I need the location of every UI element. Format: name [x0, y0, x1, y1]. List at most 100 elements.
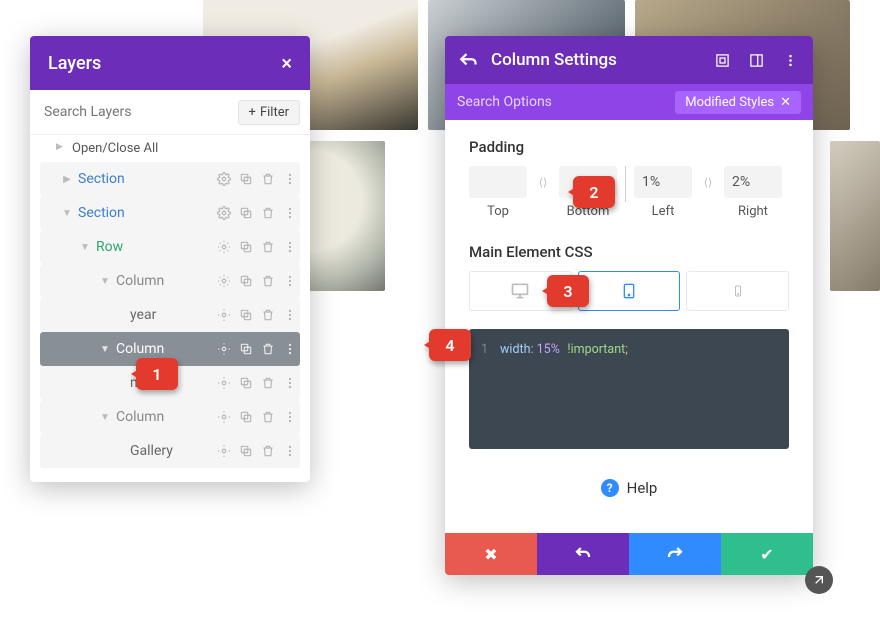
- css-editor[interactable]: 1width: 15% !important;: [469, 329, 789, 449]
- cancel-button[interactable]: ✖: [445, 533, 537, 575]
- trash-icon[interactable]: [258, 373, 278, 393]
- layers-search-row: + Filter: [30, 90, 310, 135]
- trash-icon[interactable]: [258, 305, 278, 325]
- caret-icon[interactable]: ▼: [78, 242, 92, 253]
- dock-icon[interactable]: [745, 49, 767, 71]
- trash-icon[interactable]: [258, 407, 278, 427]
- padding-top-label: Top: [469, 204, 527, 219]
- column-settings-panel: Column Settings Modified Styles ✕ Paddin…: [445, 36, 813, 575]
- duplicate-icon[interactable]: [236, 203, 256, 223]
- node-actions: [214, 305, 300, 325]
- tree-node-section[interactable]: ▼ Section: [40, 196, 300, 230]
- more-icon[interactable]: [280, 271, 300, 291]
- duplicate-icon[interactable]: [236, 373, 256, 393]
- layers-panel: Layers × + Filter Open/Close All ▶ Secti…: [30, 36, 310, 482]
- node-actions: [214, 441, 300, 461]
- css-line-number: 1: [481, 342, 488, 357]
- duplicate-icon[interactable]: [236, 271, 256, 291]
- undo-button[interactable]: [537, 533, 629, 575]
- duplicate-icon[interactable]: [236, 237, 256, 257]
- caret-icon[interactable]: ▼: [98, 276, 112, 287]
- filter-button[interactable]: + Filter: [238, 100, 300, 125]
- caret-icon[interactable]: ▶: [60, 174, 74, 185]
- duplicate-icon[interactable]: [236, 169, 256, 189]
- gear-icon[interactable]: [214, 169, 234, 189]
- link-icon[interactable]: ⟨⟩: [698, 166, 718, 198]
- more-icon[interactable]: [280, 203, 300, 223]
- more-icon[interactable]: [280, 441, 300, 461]
- more-icon[interactable]: [779, 49, 801, 71]
- tree-node-column[interactable]: ▼ Column: [40, 400, 300, 434]
- node-label: Section: [78, 205, 214, 221]
- gear-icon[interactable]: [214, 237, 234, 257]
- caret-icon[interactable]: ▼: [98, 344, 112, 355]
- padding-right-input[interactable]: [724, 166, 782, 198]
- duplicate-icon[interactable]: [236, 305, 256, 325]
- more-icon[interactable]: [280, 305, 300, 325]
- link-icon[interactable]: ⟨⟩: [533, 166, 553, 198]
- more-icon[interactable]: [280, 407, 300, 427]
- gear-icon[interactable]: [214, 373, 234, 393]
- settings-search-input[interactable]: [457, 94, 675, 110]
- css-prop: width: [500, 342, 530, 357]
- redo-button[interactable]: [629, 533, 721, 575]
- padding-left-input[interactable]: [634, 166, 692, 198]
- tree-node-module[interactable]: year: [40, 298, 300, 332]
- gear-icon[interactable]: [214, 305, 234, 325]
- modified-styles-badge[interactable]: Modified Styles ✕: [675, 91, 801, 114]
- undo-icon: [574, 545, 592, 563]
- layers-search-input[interactable]: [40, 98, 238, 126]
- layers-tree: ▶ Section ▼ Section ▼ Row: [30, 162, 310, 482]
- padding-top-input[interactable]: [469, 166, 527, 198]
- more-icon[interactable]: [280, 373, 300, 393]
- settings-subheader: Modified Styles ✕: [445, 84, 813, 120]
- device-tab-tablet[interactable]: [578, 271, 681, 311]
- gear-icon[interactable]: [214, 339, 234, 359]
- settings-title: Column Settings: [491, 50, 617, 70]
- save-button[interactable]: ✔: [721, 533, 813, 575]
- css-important: !important: [567, 342, 625, 357]
- help-row[interactable]: ? Help: [469, 449, 789, 523]
- back-icon[interactable]: [457, 49, 479, 71]
- duplicate-icon[interactable]: [236, 339, 256, 359]
- node-label: Column: [116, 409, 214, 425]
- gear-icon[interactable]: [214, 203, 234, 223]
- tree-node-column[interactable]: ▼ Column: [40, 264, 300, 298]
- device-tab-phone[interactable]: [686, 271, 789, 311]
- open-close-all[interactable]: Open/Close All: [30, 135, 310, 162]
- caret-icon[interactable]: ▼: [98, 412, 112, 423]
- trash-icon[interactable]: [258, 271, 278, 291]
- trash-icon[interactable]: [258, 339, 278, 359]
- device-tabs: [469, 271, 789, 311]
- gear-icon[interactable]: [214, 407, 234, 427]
- tree-node-module[interactable]: Gallery: [40, 434, 300, 468]
- gear-icon[interactable]: [214, 441, 234, 461]
- more-icon[interactable]: [280, 339, 300, 359]
- trash-icon[interactable]: [258, 237, 278, 257]
- trash-icon[interactable]: [258, 203, 278, 223]
- duplicate-icon[interactable]: [236, 407, 256, 427]
- help-icon: ?: [601, 479, 619, 497]
- tree-node-row[interactable]: ▼ Row: [40, 230, 300, 264]
- close-icon[interactable]: ×: [281, 51, 292, 75]
- caret-icon[interactable]: ▼: [60, 208, 74, 219]
- resize-handle[interactable]: [805, 566, 833, 594]
- node-actions: [214, 373, 300, 393]
- gear-icon[interactable]: [214, 271, 234, 291]
- layers-title: Layers: [48, 53, 101, 74]
- phone-icon: [732, 281, 744, 301]
- node-label: Row: [96, 239, 214, 255]
- duplicate-icon[interactable]: [236, 441, 256, 461]
- callout-3: 3: [547, 275, 589, 307]
- trash-icon[interactable]: [258, 441, 278, 461]
- tree-node-section[interactable]: ▶ Section: [40, 162, 300, 196]
- trash-icon[interactable]: [258, 169, 278, 189]
- more-icon[interactable]: [280, 237, 300, 257]
- more-icon[interactable]: [280, 169, 300, 189]
- modified-styles-label: Modified Styles: [685, 95, 774, 110]
- gallery-image: [830, 141, 880, 291]
- close-icon[interactable]: ✕: [780, 95, 791, 110]
- expand-icon[interactable]: [711, 49, 733, 71]
- node-actions: [214, 203, 300, 223]
- separator: [625, 166, 626, 202]
